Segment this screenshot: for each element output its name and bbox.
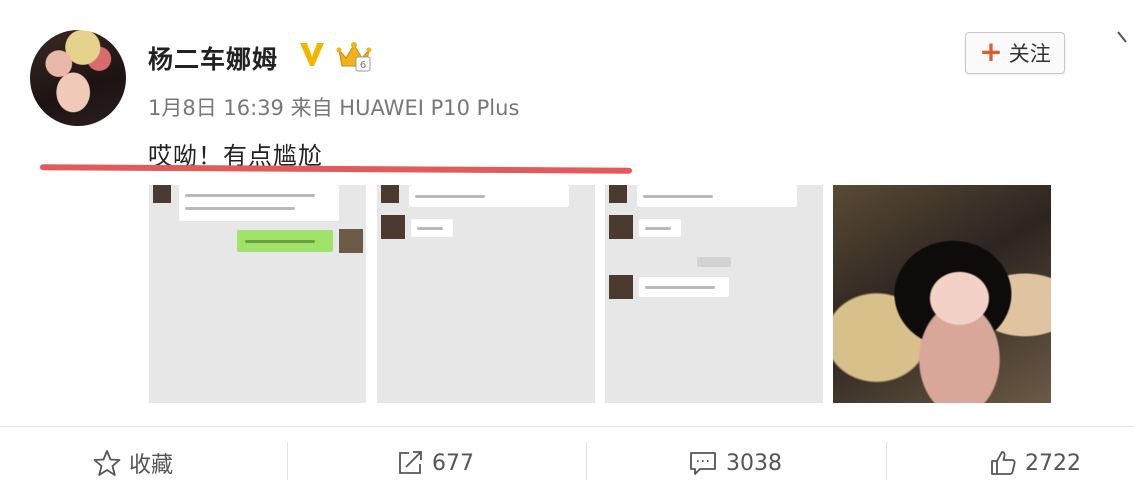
thumbs-up-icon bbox=[991, 451, 1016, 475]
like-count: 2722 bbox=[1025, 450, 1081, 476]
crown-badge-icon: 6 bbox=[336, 42, 372, 72]
chat-timestamp-chip bbox=[697, 257, 731, 267]
chat-avatar bbox=[609, 185, 627, 203]
comment-icon bbox=[690, 452, 716, 475]
chat-avatar bbox=[381, 215, 405, 239]
post-source-prefix: 来自 bbox=[290, 96, 333, 120]
blurred-text bbox=[185, 194, 315, 197]
follow-label: 关注 bbox=[1008, 42, 1051, 66]
chat-avatar bbox=[153, 185, 171, 203]
post-image-2[interactable] bbox=[377, 185, 595, 403]
verified-v-icon bbox=[300, 43, 324, 66]
chat-avatar bbox=[339, 229, 363, 253]
blurred-text bbox=[415, 195, 485, 198]
chat-bubble bbox=[179, 185, 339, 221]
post-timestamp[interactable]: 1月8日 16:39 bbox=[148, 96, 284, 120]
highlight-underline bbox=[39, 164, 633, 174]
blurred-text bbox=[245, 240, 315, 243]
comment-count: 3038 bbox=[726, 450, 782, 476]
plus-icon: + bbox=[979, 34, 1003, 68]
favorite-button[interactable]: 收藏 bbox=[93, 448, 173, 478]
blurred-text bbox=[417, 227, 443, 230]
action-separator bbox=[586, 442, 587, 480]
repost-count: 677 bbox=[432, 450, 474, 476]
like-button[interactable]: 2722 bbox=[989, 448, 1081, 478]
follow-button[interactable]: + 关注 bbox=[965, 32, 1065, 74]
chat-avatar bbox=[609, 275, 633, 299]
blurred-text bbox=[643, 195, 713, 198]
blurred-text bbox=[185, 207, 295, 210]
post-image-3[interactable] bbox=[605, 185, 823, 403]
action-separator bbox=[886, 442, 887, 480]
post-source-device[interactable]: HUAWEI P10 Plus bbox=[339, 96, 519, 120]
post-meta: 1月8日 16:39 来自 HUAWEI P10 Plus bbox=[148, 92, 519, 122]
comment-button[interactable]: 3038 bbox=[688, 448, 782, 478]
blurred-text bbox=[645, 286, 715, 289]
username[interactable]: 杨二车娜姆 bbox=[148, 40, 278, 76]
repost-button[interactable]: 677 bbox=[396, 448, 474, 478]
chat-avatar bbox=[381, 185, 399, 203]
action-separator bbox=[287, 442, 288, 480]
action-bar-divider bbox=[0, 426, 1134, 427]
blurred-text bbox=[645, 227, 671, 230]
share-icon bbox=[399, 451, 422, 474]
chat-avatar bbox=[609, 215, 633, 239]
favorite-label: 收藏 bbox=[129, 453, 174, 478]
post-image-4[interactable] bbox=[833, 185, 1051, 403]
post-image-1[interactable] bbox=[149, 185, 366, 403]
avatar[interactable] bbox=[30, 30, 126, 126]
chevron-down-icon[interactable] bbox=[1116, 30, 1134, 50]
star-icon bbox=[93, 450, 121, 476]
svg-text:6: 6 bbox=[360, 60, 366, 71]
